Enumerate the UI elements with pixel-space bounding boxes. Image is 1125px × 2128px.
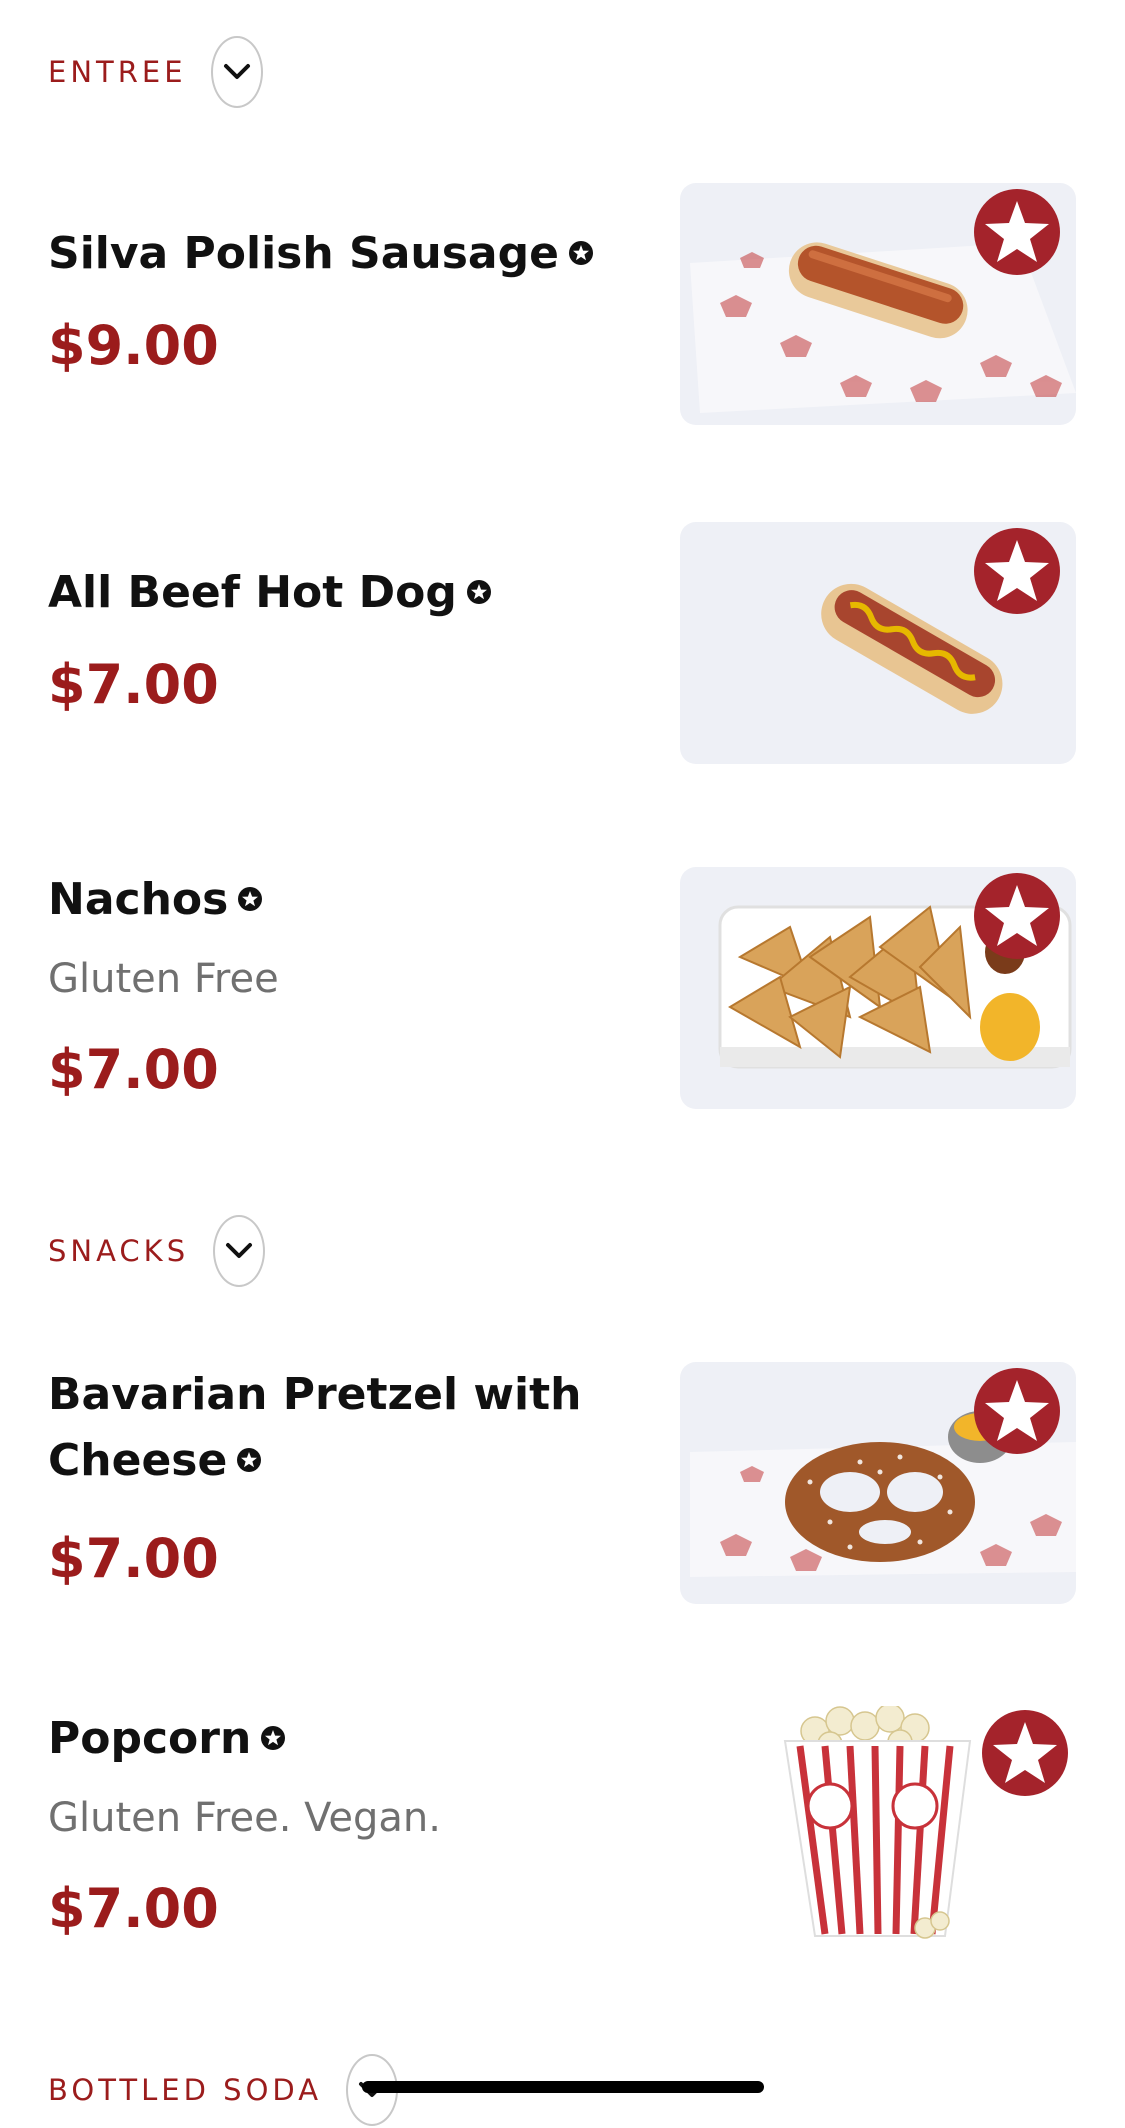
hot-dog-photo (680, 522, 1076, 764)
item-price: $7.00 (48, 1527, 219, 1590)
item-price: $7.00 (48, 1877, 219, 1940)
star-circle-icon (237, 1448, 262, 1472)
star-badge-icon[interactable] (982, 1710, 1068, 1796)
pretzel-photo (680, 1362, 1076, 1604)
item-price: $7.00 (48, 653, 219, 716)
entree-collapse-button[interactable] (210, 36, 263, 108)
popcorn-photo (680, 1706, 1076, 1948)
item-name: All Beef Hot Dog (48, 560, 628, 626)
star-badge-icon[interactable] (974, 528, 1060, 614)
polish-sausage-photo (680, 183, 1076, 425)
section-header-snacks: SNACKS (48, 1213, 266, 1289)
item-name: Silva Polish Sausage (48, 221, 628, 287)
nachos-photo (680, 867, 1076, 1109)
item-name: Bavarian Pretzel with Cheese (48, 1369, 582, 1486)
star-badge-icon[interactable] (974, 1368, 1060, 1454)
item-price: $7.00 (48, 1038, 219, 1101)
item-description: Gluten Free. Vegan. (48, 1795, 441, 1841)
item-description: Gluten Free (48, 956, 279, 1002)
item-name: Nachos (48, 867, 628, 933)
section-header-entree: ENTREE (48, 34, 263, 110)
star-circle-icon (238, 887, 263, 911)
chevron-down-icon (223, 64, 250, 79)
section-label-bottled-soda: BOTTLED SODA (48, 2073, 323, 2107)
item-price: $9.00 (48, 314, 219, 377)
star-badge-icon[interactable] (974, 189, 1060, 275)
home-indicator[interactable] (362, 2081, 764, 2093)
section-header-bottled-soda: BOTTLED SODA (48, 2052, 399, 2128)
star-circle-icon (568, 241, 593, 265)
item-name: Popcorn (48, 1706, 628, 1772)
star-circle-icon (261, 1726, 286, 1750)
section-label-snacks: SNACKS (48, 1234, 190, 1268)
section-label-entree: ENTREE (48, 55, 187, 89)
star-circle-icon (466, 580, 491, 604)
chevron-down-icon (226, 1243, 253, 1258)
star-badge-icon[interactable] (974, 873, 1060, 959)
snacks-collapse-button[interactable] (213, 1215, 266, 1287)
